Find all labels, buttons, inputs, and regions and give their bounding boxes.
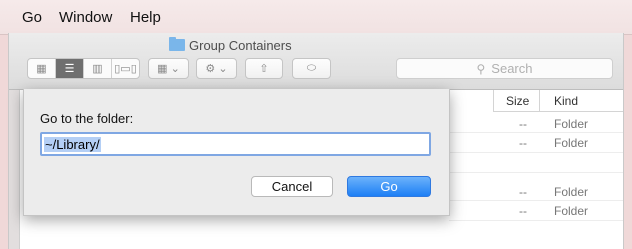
arrange-button[interactable]: ▦ ⌄ — [148, 58, 189, 79]
cover-flow-button[interactable]: ▯▭▯ — [112, 59, 139, 78]
go-button[interactable]: Go — [347, 176, 431, 197]
menu-help[interactable]: Help — [130, 9, 161, 26]
window-title: Group Containers — [169, 37, 292, 53]
row-kind: Folder — [554, 117, 589, 131]
share-button[interactable]: ⇧ — [245, 58, 283, 79]
list-icon: ☰ — [64, 63, 75, 75]
go-to-folder-sheet: Go to the folder: ~/Library/ Cancel Go — [23, 89, 450, 216]
row-divider — [449, 220, 623, 221]
grid-icon: ▦ — [36, 63, 47, 75]
list-view-button[interactable]: ☰ — [56, 59, 84, 78]
column-header-kind-label: Kind — [554, 94, 579, 108]
window-title-text: Group Containers — [189, 38, 292, 53]
folder-path-input[interactable] — [40, 132, 431, 156]
row-size: -- — [519, 185, 527, 199]
row-divider — [449, 200, 623, 201]
row-kind: Folder — [554, 185, 589, 199]
row-size: -- — [519, 204, 527, 218]
row-divider — [449, 152, 623, 153]
row-kind: Folder — [554, 136, 589, 150]
menu-bar: Go Window Help — [0, 0, 632, 35]
go-to-folder-label: Go to the folder: — [40, 111, 134, 126]
row-kind: Folder — [554, 204, 589, 218]
column-header-size-label: Size — [506, 94, 530, 108]
row-divider — [449, 132, 623, 133]
column-header-kind[interactable]: Kind — [539, 90, 623, 112]
cover-flow-icon: ▯▭▯ — [114, 63, 137, 75]
sidebar-edge — [9, 90, 20, 249]
row-size: -- — [519, 136, 527, 150]
tags-button[interactable]: ⬭ — [292, 58, 331, 79]
tag-icon: ⬭ — [306, 62, 317, 74]
column-header-size[interactable]: Size — [493, 90, 539, 112]
search-icon: ⚲ — [476, 61, 486, 76]
search-field[interactable]: ⚲ Search — [396, 58, 613, 79]
share-icon: ⇧ — [259, 63, 269, 75]
folder-icon — [169, 37, 185, 51]
icon-view-button[interactable]: ▦ — [28, 59, 56, 78]
columns-icon: ▥ — [92, 63, 103, 75]
menu-go[interactable]: Go — [22, 9, 42, 26]
search-placeholder: Search — [491, 61, 533, 76]
cancel-button[interactable]: Cancel — [251, 176, 333, 197]
window-toolbar: Group Containers ▦ ☰ ▥ ▯▭▯ ▦ ⌄ ⚙ ⌄ ⇧ ⬭ ⚲… — [9, 33, 623, 90]
column-view-button[interactable]: ▥ — [84, 59, 112, 78]
menu-window[interactable]: Window — [59, 9, 112, 26]
row-size: -- — [519, 117, 527, 131]
row-divider — [449, 172, 623, 173]
action-button[interactable]: ⚙ ⌄ — [196, 58, 237, 79]
view-mode-segmented-control: ▦ ☰ ▥ ▯▭▯ — [27, 58, 140, 79]
gear-icon: ⚙ ⌄ — [205, 63, 228, 75]
arrange-icon: ▦ ⌄ — [157, 63, 180, 75]
